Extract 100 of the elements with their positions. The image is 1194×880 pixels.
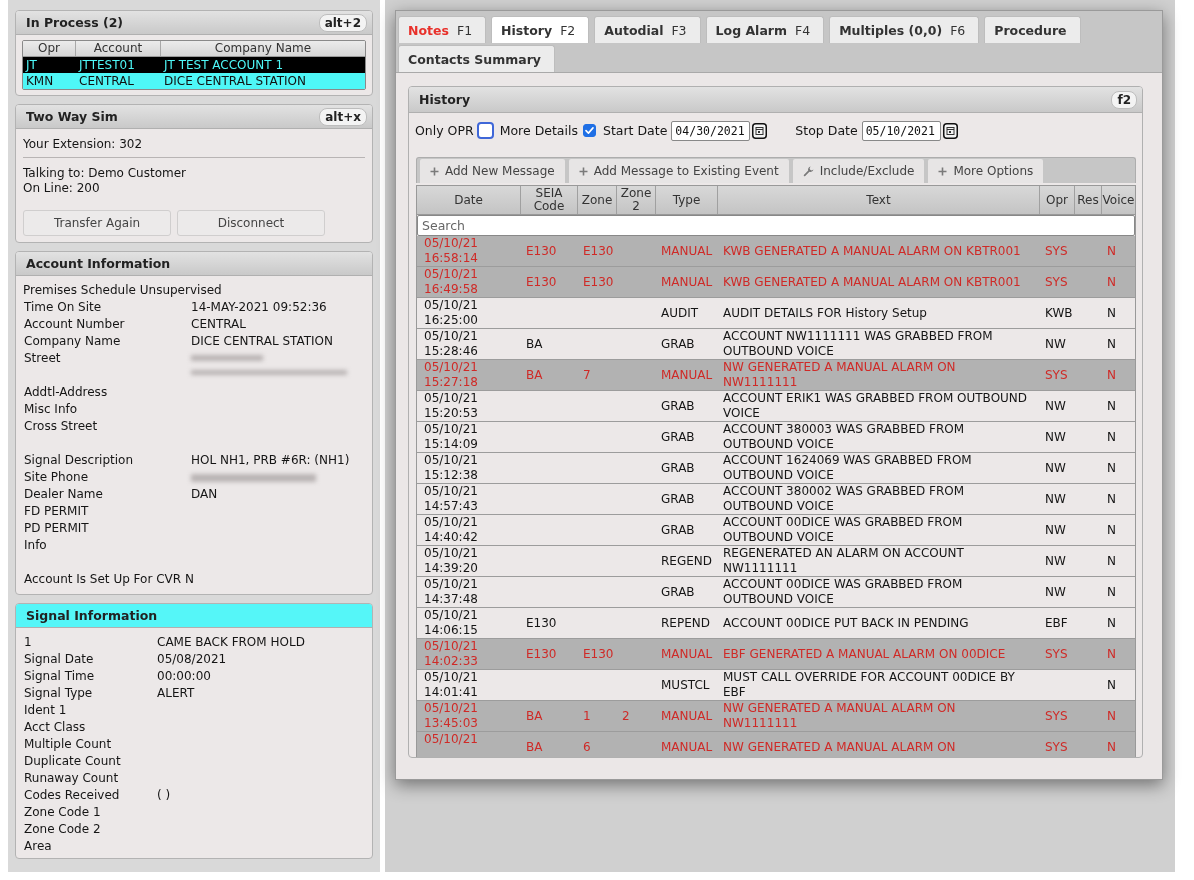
table-cell-text: MANUAL [660,242,714,260]
table-cell-text: 05/10/21 14:57:43 [423,484,479,514]
toolbar-button[interactable]: Add Message to Existing Event [568,159,789,183]
table-cell-text: JT [24,57,38,73]
table-cell-text: MUSTCL [660,676,711,694]
table-cell-text: BA [525,366,544,384]
table-cell-text: E130 [525,273,558,291]
field-label: Dealer Name [23,486,104,503]
field-value: ALERT [157,685,195,702]
tab[interactable]: Notes F1 [398,16,487,43]
tab[interactable]: History F2 [491,16,590,43]
field-value: 05/08/2021 [157,651,227,668]
field-label: Area [23,838,53,855]
field-label: 1 [23,634,33,651]
table-cell-text: KWB GENERATED A MANUAL ALARM ON KBTR001 [722,242,1022,260]
table-cell-text: NW [1044,583,1067,601]
field-label: Addtl-Address [23,384,109,401]
table-cell-text: NW GENERATED A MANUAL ALARM ON NW1111111 [722,701,957,731]
field-value: DICE CENTRAL STATION [191,333,333,350]
on-line-text: On Line: 200 [23,181,101,196]
table-row[interactable]: 05/10/21 14:57:43 GRAB ACCOUNT 380002 WAS GRABBED FROM OUTBOUND VOICE NW N [417,484,1135,515]
table-cell-text: 2 [621,707,631,725]
field-label: Acct Class [23,719,87,736]
table-cell-text: E130 [582,645,615,663]
table-row[interactable]: 05/10/21 14:06:15 E130 REPEND ACCOUNT 00DICE PUT BACK IN PENDING EBF N [417,608,1135,639]
column-header: Date [417,186,521,214]
field-label: PD PERMIT [23,520,90,537]
wrench-icon [802,165,814,177]
field-label: Signal Date [23,651,95,668]
checkbox[interactable] [476,122,494,139]
toolbar-button[interactable]: More Options [928,159,1044,183]
table-cell-text: GRAB [660,459,696,477]
table-row[interactable]: 05/10/21 16:25:00 AUDIT AUDIT DETAILS FOR History Setup KWB N [417,298,1135,329]
table-cell-text: NW [1044,428,1067,446]
checkbox[interactable] [582,124,596,137]
table-cell-text: SYS [1044,366,1069,384]
table-row[interactable]: 05/10/21 14:39:20 REGEND REGENERATED AN ALARM ON ACCOUNT NW1111111 NW N [417,546,1135,577]
table-cell-text: AUDIT DETAILS FOR History Setup [722,304,928,322]
toolbar-button[interactable]: Include/Exclude [792,159,925,183]
table-cell-text: 05/10/21 16:58:14 [423,236,479,266]
panel-title: Two Way Sim [26,109,118,124]
table-cell-text: 05/10/21 16:49:58 [423,267,479,297]
table-cell-text: E130 [525,614,558,632]
table-cell-text: REPEND [660,614,711,632]
table-cell-text: MANUAL [660,738,714,756]
table-row[interactable]: KMN CENTRAL DICE CENTRAL STATION [23,73,365,89]
field-label: Codes Received [23,787,121,804]
table-cell-text: E130 [582,273,615,291]
search-field[interactable]: Search [417,215,1135,236]
table-cell-text: SYS [1044,738,1069,756]
column-header: Opr [1040,186,1075,214]
table-cell-text: NW [1044,521,1067,539]
tab[interactable]: Multiples (0,0) F6 [829,16,980,43]
table-cell-text: JT TEST ACCOUNT 1 [162,57,285,73]
table-cell-text: JTTEST01 [77,57,136,73]
column-header: SEIA Code [521,186,578,214]
table-row[interactable]: 05/10/21 14:37:48 GRAB ACCOUNT 00DICE WAS GRABBED FROM OUTBOUND VOICE NW N [417,577,1135,608]
table-cell-text: SYS [1044,707,1069,725]
calendar-icon[interactable] [752,122,768,139]
column-header: Type [656,186,718,214]
date-field[interactable]: 04/30/2021 [671,120,751,141]
field-value: HOL NH1, PRB #6R: (NH1) [191,452,350,469]
column-header: Zone 2 [617,186,656,214]
table-cell-text: 05/10/21 14:06:15 [423,608,479,638]
call-button[interactable]: Disconnect [177,210,325,236]
table-row[interactable]: 05/10/21 15:28:46 BA GRAB ACCOUNT NW1111111 WAS GRABBED FROM OUTBOUND VOICE NW N [417,329,1135,360]
table-cell-text: EBF GENERATED A MANUAL ALARM ON 00DICE [722,645,1007,663]
table-cell-text: DICE CENTRAL STATION [163,73,307,89]
tab[interactable]: Autodial F3 [594,16,701,43]
table-row[interactable]: 05/10/21 15:14:09 GRAB ACCOUNT 380003 WAS GRABBED FROM OUTBOUND VOICE NW N [417,422,1135,453]
shortcut-key: f2 [1111,90,1137,109]
table-row[interactable]: 05/10/21 15:12:38 GRAB ACCOUNT 1624069 WAS GRABBED FROM OUTBOUND VOICE NW N [417,453,1135,484]
date-field[interactable]: 05/10/2021 [861,120,941,141]
table-cell-text: 05/10/21 15:27:18 [423,360,479,390]
tab[interactable]: Contacts Summary [398,45,555,72]
table-row[interactable]: 05/10/21 14:40:42 GRAB ACCOUNT 00DICE WAS GRABBED FROM OUTBOUND VOICE NW N [417,515,1135,546]
field-label: Ident 1 [23,702,68,719]
table-cell-text: N [1106,397,1117,415]
call-button[interactable]: Transfer Again [23,210,171,236]
tab[interactable]: Procedure [984,16,1081,43]
table-row[interactable]: 05/10/21 15:20:53 GRAB ACCOUNT ERIK1 WAS GRABBED FROM OUTBOUND VOICE NW N [417,391,1135,422]
table-cell-text: ACCOUNT 380002 WAS GRABBED FROM OUTBOUND VOICE [722,484,966,514]
table-cell-text: 05/10/21 14:40:42 [423,515,479,545]
table-row[interactable]: 05/10/21 14:01:41 MUSTCL MUST CALL OVERRIDE FOR ACCOUNT 00DICE BY EBF N [417,670,1135,701]
field-value: ( ) [157,787,171,804]
table-cell-text: SYS [1044,242,1069,260]
tab[interactable]: Log Alarm F4 [705,16,825,43]
table-cell-text: KWB GENERATED A MANUAL ALARM ON KBTR001 [722,273,1022,291]
field-label: Runaway Count [23,770,120,787]
date-label: Stop Date [795,123,858,138]
table-cell-text: N [1106,645,1117,663]
calendar-icon[interactable] [942,122,958,139]
table-cell-text: EBF [1044,614,1069,632]
toolbar-button[interactable]: Add New Message [420,159,565,183]
table-cell-text: N [1106,614,1117,632]
plus-icon [938,166,948,176]
table-row[interactable]: JT JTTEST01 JT TEST ACCOUNT 1 [23,57,365,73]
table-cell-text: CENTRAL [78,73,135,89]
table-cell-text: N [1106,428,1117,446]
panel-title: In Process (2) [26,15,124,30]
